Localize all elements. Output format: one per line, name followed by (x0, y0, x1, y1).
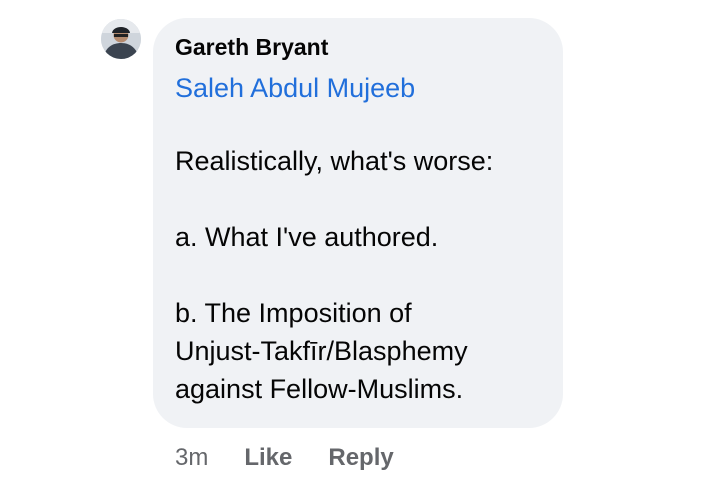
like-button[interactable]: Like (244, 444, 292, 472)
mention-link[interactable]: Saleh Abdul Mujeeb (175, 70, 541, 106)
comment-bubble: Gareth Bryant Saleh Abdul Mujeeb Realist… (153, 18, 563, 428)
comment-timestamp[interactable]: 3m (175, 444, 208, 472)
reply-button[interactable]: Reply (328, 444, 393, 472)
comment-author[interactable]: Gareth Bryant (175, 32, 541, 62)
avatar-image (101, 19, 141, 59)
comment-actions: 3m Like Reply (175, 440, 430, 476)
comment-line: Realistically, what's worse: (175, 146, 494, 176)
author-avatar[interactable] (101, 19, 141, 59)
comment-line: Unjust-Takfīr/Blasphemy (175, 336, 468, 366)
comment-line: b. The Imposition of (175, 298, 412, 328)
comment-text: Realistically, what's worse: a. What I'v… (175, 142, 541, 408)
comment-line: against Fellow-Muslims. (175, 374, 464, 404)
comment-line: a. What I've authored. (175, 222, 439, 252)
